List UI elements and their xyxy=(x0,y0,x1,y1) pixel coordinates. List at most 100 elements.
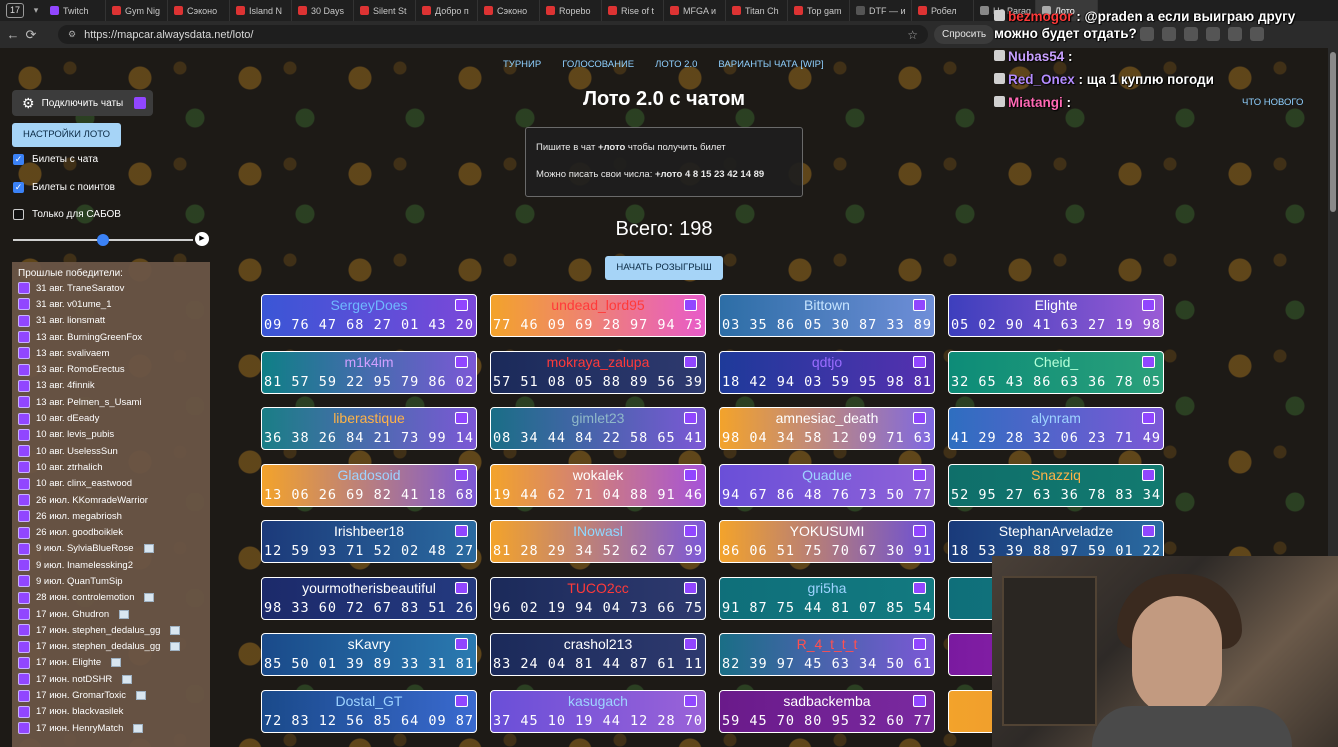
ticket-header: Elighte xyxy=(949,297,1163,313)
checkbox-points-tickets[interactable]: ✓ Билеты с поинтов xyxy=(13,182,115,193)
browser-tab[interactable]: DTF — и xyxy=(850,0,912,21)
chat-text: : xyxy=(1064,49,1073,64)
checkbox-subs-only[interactable]: Только для САБОВ xyxy=(13,209,121,220)
instruction-line-2: Можно писать свои числа: +лото 4 8 15 23… xyxy=(536,168,792,181)
winner-row: 17 июн. Ghudron xyxy=(18,606,204,622)
ask-button[interactable]: Спросить xyxy=(934,25,995,44)
nav-chat-variants[interactable]: ВАРИАНТЫ ЧАТА [WIP] xyxy=(718,59,823,70)
twitch-icon xyxy=(684,694,697,707)
twitch-icon xyxy=(1142,468,1155,481)
tab-favicon-icon xyxy=(670,6,679,15)
lotto-ticket: YOKUSUMI 86 06 51 75 70 67 30 91 xyxy=(719,520,935,563)
loto-settings-button[interactable]: НАСТРОЙКИ ЛОТО xyxy=(12,123,121,147)
play-icon[interactable]: ▶ xyxy=(195,232,209,246)
ticket-header: SergeyDoes xyxy=(262,297,476,313)
image-icon xyxy=(133,723,144,733)
twitch-icon xyxy=(18,396,30,409)
start-draw-button[interactable]: НАЧАТЬ РОЗЫГРЫШ xyxy=(605,256,723,280)
chat-badge-icon xyxy=(994,73,1005,84)
winner-row: 17 июн. stephen_dedalus_gg xyxy=(18,622,204,638)
chat-username: Miatangi xyxy=(1008,95,1063,110)
connect-chats-button[interactable]: ⚙ Подключить чаты xyxy=(12,90,153,116)
ticket-numbers: 08 34 44 84 22 58 65 41 xyxy=(493,430,703,446)
browser-tab[interactable]: 30 Days xyxy=(292,0,354,21)
twitch-icon xyxy=(1142,355,1155,368)
image-icon xyxy=(122,674,133,684)
tab-favicon-icon xyxy=(298,6,307,15)
twitch-icon xyxy=(455,412,468,424)
checkbox-icon[interactable]: ✓ xyxy=(13,154,24,165)
twitch-icon xyxy=(913,581,926,594)
connect-chats-label: Подключить чаты xyxy=(41,97,124,109)
ticket-numbers: 82 39 97 45 63 34 50 61 xyxy=(722,656,932,672)
slider-handle[interactable] xyxy=(97,234,109,246)
volume-slider[interactable] xyxy=(13,233,193,247)
chevron-down-icon[interactable]: ▾ xyxy=(28,5,44,16)
tab-count-badge[interactable]: 17 xyxy=(6,3,24,18)
site-info-icon[interactable]: ⚙ xyxy=(68,29,76,40)
url-field[interactable]: ⚙ https://mapcar.alwaysdata.net/loto/ ☆ xyxy=(58,25,928,44)
lotto-ticket: Cheid_ 32 65 43 86 63 36 78 05 xyxy=(948,350,1164,394)
twitch-icon xyxy=(684,525,697,537)
twitch-icon xyxy=(18,331,30,344)
instruction-text: Можно писать свои числа: xyxy=(536,169,655,180)
twitch-icon xyxy=(455,638,468,650)
twitch-icon xyxy=(18,673,30,686)
browser-tab[interactable]: Island N xyxy=(230,0,292,21)
browser-tab[interactable]: Top gam xyxy=(788,0,850,21)
winner-text: 10 авг. ztrhalich xyxy=(36,461,103,473)
winner-text: 26 июл. megabriosh xyxy=(36,510,122,522)
browser-tab[interactable]: MFGA и xyxy=(664,0,726,21)
scrollbar-thumb[interactable] xyxy=(1330,52,1336,212)
browser-tab[interactable]: Добро п xyxy=(416,0,478,21)
browser-tab[interactable]: Silent St xyxy=(354,0,416,21)
browser-tab[interactable]: Titan Ch xyxy=(726,0,788,21)
checkbox-icon[interactable]: ✓ xyxy=(13,182,24,193)
browser-tab[interactable]: Ropebo xyxy=(540,0,602,21)
winner-row: 10 авг. UselessSun xyxy=(18,443,204,459)
twitch-icon xyxy=(18,640,30,653)
browser-tab[interactable]: Twitch xyxy=(44,0,106,21)
lotto-ticket: Irishbeer18 12 59 93 71 52 02 48 27 xyxy=(261,520,477,563)
checkbox-label: Только для САБОВ xyxy=(32,209,121,220)
twitch-icon xyxy=(18,314,30,327)
winner-row: 17 июн. notDSHR xyxy=(18,671,204,687)
twitch-icon xyxy=(684,638,697,650)
tab-list: Twitch Gym Nig Сэконо Island N 30 Days Silent… xyxy=(44,0,1098,21)
ticket-username: undead_lord95 xyxy=(551,297,645,313)
browser-tab[interactable]: Сэконо xyxy=(478,0,540,21)
chat-message: Red_Onex : ща 1 куплю погоди xyxy=(994,71,1324,88)
ticket-header: INowasl xyxy=(491,523,705,539)
ticket-username: kasugach xyxy=(568,692,628,709)
ticket-username: sKavry xyxy=(347,636,391,652)
twitch-icon xyxy=(1142,299,1155,311)
chat-message: bezmogor : @praden а если выиграю другу … xyxy=(994,8,1324,42)
checkbox-chat-tickets[interactable]: ✓ Билеты с чата xyxy=(13,154,98,165)
nav-loto[interactable]: ЛОТО 2.0 xyxy=(655,59,697,70)
tab-label: Добро п xyxy=(435,5,469,16)
browser-tab[interactable]: Сэконо xyxy=(168,0,230,21)
nav-tournament[interactable]: ТУРНИР xyxy=(503,59,541,70)
checkbox-icon[interactable] xyxy=(13,209,24,220)
ticket-header: Cheid_ xyxy=(949,354,1163,370)
instruction-text: чтобы получить билет xyxy=(625,142,726,153)
bookmark-star-icon[interactable]: ☆ xyxy=(907,28,918,42)
winner-row: 31 авг. v01ume_1 xyxy=(18,296,204,312)
winner-text: 13 авг. Pelmen_s_Usami xyxy=(36,396,142,408)
ticket-username: liberastique xyxy=(333,410,405,426)
lotto-ticket: R_4_t_t_t 82 39 97 45 63 34 50 61 xyxy=(719,633,935,676)
browser-tab[interactable]: Робел xyxy=(912,0,974,21)
browser-tab[interactable]: Gym Nig xyxy=(106,0,168,21)
ticket-numbers: 03 35 86 05 30 87 33 89 xyxy=(722,317,932,333)
image-icon xyxy=(170,642,181,652)
instruction-text: Пишите в чат xyxy=(536,142,598,153)
tab-label: Twitch xyxy=(63,5,89,16)
nav-voting[interactable]: ГОЛОСОВАНИЕ xyxy=(562,59,634,70)
ticket-username: Quadue xyxy=(802,466,852,483)
winner-row: 13 авг. BurningGreenFox xyxy=(18,329,204,345)
ticket-total: Всего: 198 xyxy=(615,218,713,240)
winner-row: 13 авг. svalivaem xyxy=(18,345,204,361)
browser-tab[interactable]: Rise of t xyxy=(602,0,664,21)
reload-icon[interactable]: ⟳ xyxy=(20,27,42,43)
ticket-header: crashol213 xyxy=(491,636,705,652)
